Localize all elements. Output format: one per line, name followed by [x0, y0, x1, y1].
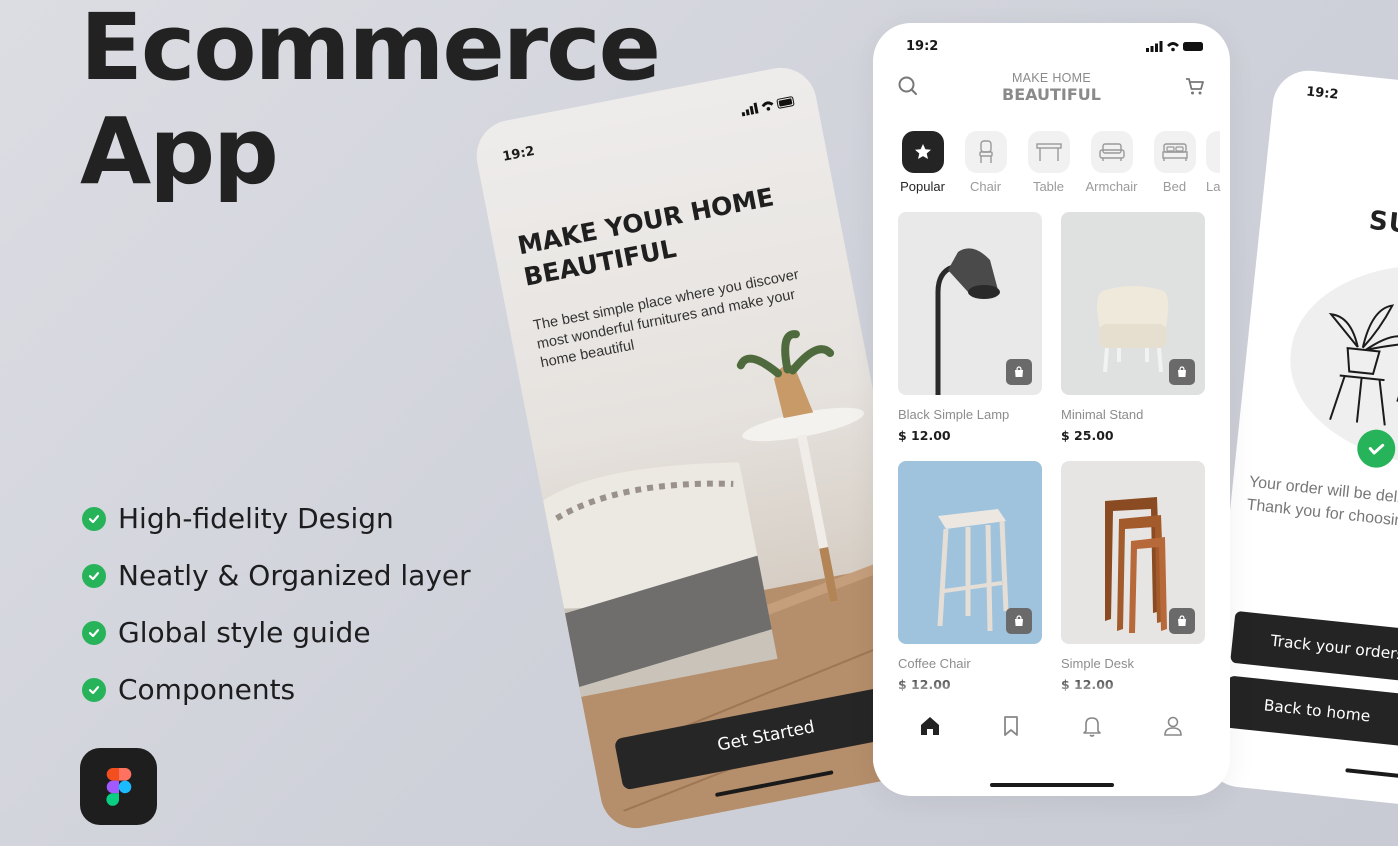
feature-item: Components	[82, 661, 471, 718]
hero-title-line1: Ecommerce	[80, 0, 661, 101]
tab-label: La	[1206, 179, 1221, 194]
tab-armchair[interactable]: Armchair	[1080, 131, 1143, 194]
tab-label: Armchair	[1085, 179, 1138, 194]
feature-item: High-fidelity Design	[82, 490, 471, 547]
bookmark-icon[interactable]	[1001, 715, 1021, 742]
profile-icon[interactable]	[1163, 715, 1183, 742]
product-card[interactable]: Simple Desk $ 12.00	[1061, 461, 1205, 710]
bottom-nav	[873, 695, 1230, 795]
product-image	[898, 212, 1042, 395]
star-icon	[901, 131, 944, 173]
page-title-big: BEAUTIFUL	[1002, 85, 1101, 104]
shopping-bag-icon[interactable]	[1169, 359, 1195, 385]
check-icon	[82, 506, 106, 531]
catalog-header: MAKE HOME BEAUTIFUL	[873, 71, 1230, 107]
feature-list: High-fidelity Design Neatly & Organized …	[82, 490, 471, 718]
plant-illustration	[1328, 304, 1398, 436]
product-image	[1061, 212, 1205, 395]
feature-item: Global style guide	[82, 604, 471, 661]
bell-icon[interactable]	[1082, 715, 1102, 742]
catalog-screen: 19:2 MAKE HOME BEAUTIFUL Popular Chair T…	[873, 23, 1230, 796]
tab-chair[interactable]: Chair	[954, 131, 1017, 194]
tab-lamp[interactable]: La	[1206, 131, 1230, 194]
home-indicator	[989, 783, 1114, 787]
feature-label: Global style guide	[118, 616, 371, 649]
feature-item: Neatly & Organized layer	[82, 547, 471, 604]
tab-popular[interactable]: Popular	[891, 131, 954, 194]
product-name: Minimal Stand	[1061, 407, 1144, 422]
product-grid: Black Simple Lamp $ 12.00 Minimal Stand …	[898, 212, 1208, 710]
product-image	[1061, 461, 1205, 644]
category-tabs: Popular Chair Table Armchair Bed La	[891, 131, 1230, 194]
shopping-bag-icon[interactable]	[1006, 359, 1032, 385]
product-price: $ 12.00	[1061, 677, 1114, 692]
order-success-screen: 19:2 SUC Your order will be deliv Thank …	[1201, 67, 1398, 821]
back-to-home-button[interactable]: Back to home	[1223, 675, 1398, 761]
shopping-bag-icon[interactable]	[1169, 608, 1195, 634]
tab-label: Bed	[1162, 179, 1187, 194]
bed-icon	[1153, 131, 1196, 173]
tab-label: Popular	[900, 179, 945, 194]
product-card[interactable]: Minimal Stand $ 25.00	[1061, 212, 1205, 461]
feature-label: Neatly & Organized layer	[118, 559, 471, 592]
product-name: Simple Desk	[1061, 656, 1134, 671]
success-title: SUC	[1367, 205, 1398, 243]
page-title: MAKE HOME BEAUTIFUL	[873, 71, 1230, 104]
feature-label: High-fidelity Design	[118, 502, 394, 535]
product-image	[898, 461, 1042, 644]
figma-icon	[80, 748, 157, 825]
check-icon	[82, 563, 106, 588]
feature-label: Components	[118, 673, 296, 706]
status-time: 19:2	[1305, 84, 1340, 103]
check-icon	[82, 677, 106, 702]
page-title-small: MAKE HOME	[1011, 71, 1092, 85]
status-icons	[740, 93, 796, 121]
product-price: $ 12.00	[898, 677, 951, 692]
status-icons	[1146, 39, 1206, 57]
product-name: Black Simple Lamp	[898, 407, 1010, 422]
status-time: 19:2	[906, 39, 939, 54]
product-name: Coffee Chair	[898, 656, 971, 671]
success-message: Your order will be deliv Thank you for c…	[1245, 471, 1398, 550]
product-price: $ 12.00	[898, 428, 951, 443]
tab-table[interactable]: Table	[1017, 131, 1080, 194]
product-price: $ 25.00	[1061, 428, 1114, 443]
home-icon[interactable]	[919, 715, 941, 742]
status-time: 19:2	[501, 143, 536, 165]
table-icon	[1027, 131, 1070, 173]
check-icon	[82, 620, 106, 645]
product-card[interactable]: Black Simple Lamp $ 12.00	[898, 212, 1042, 461]
tab-label: Chair	[969, 179, 1002, 194]
lamp-icon	[1206, 131, 1220, 173]
home-indicator	[1345, 768, 1398, 785]
tab-label: Table	[1032, 179, 1065, 194]
chair-icon	[964, 131, 1007, 173]
armchair-icon	[1090, 131, 1133, 173]
cart-icon[interactable]	[1184, 75, 1206, 102]
product-card[interactable]: Coffee Chair $ 12.00	[898, 461, 1042, 710]
shopping-bag-icon[interactable]	[1006, 608, 1032, 634]
tab-bed[interactable]: Bed	[1143, 131, 1206, 194]
